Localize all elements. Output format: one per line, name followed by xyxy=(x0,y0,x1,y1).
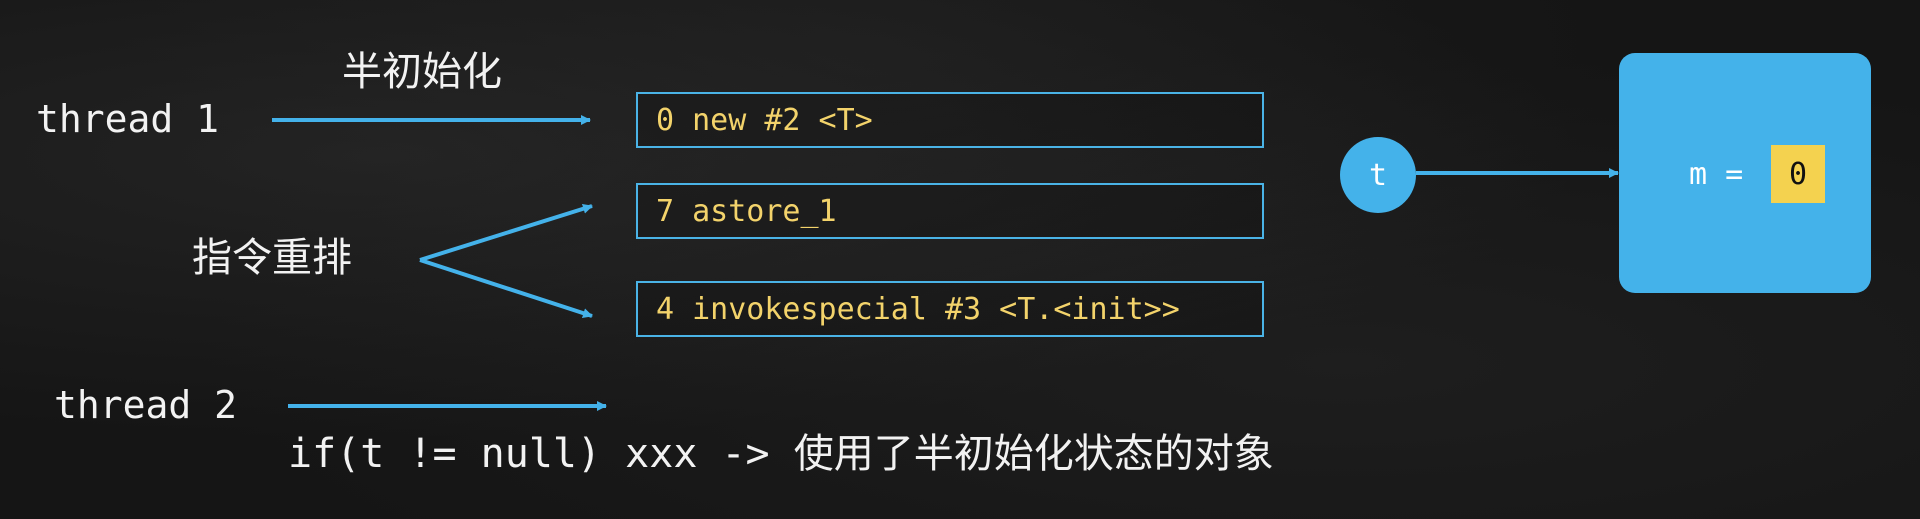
field-m-label: m = xyxy=(1689,157,1744,192)
half-init-label: 半初始化 xyxy=(342,49,502,95)
reorder-label: 指令重排 xyxy=(192,235,352,281)
reorder-arrow-up xyxy=(419,203,593,262)
reorder-arrow-down xyxy=(419,258,593,318)
object-box: m = 0 xyxy=(1619,53,1871,293)
instruction-astore: 7 astore_1 xyxy=(636,183,1264,239)
code-line: if(t != null) xxx -> 使用了半初始化状态的对象 xyxy=(288,431,1274,477)
thread1-label: thread 1 xyxy=(36,97,220,141)
instruction-invokespecial: 4 invokespecial #3 <T.<init>> xyxy=(636,281,1264,337)
instruction-new: 0 new #2 <T> xyxy=(636,92,1264,148)
field-m-value: 0 xyxy=(1771,145,1825,203)
reference-t: t xyxy=(1340,137,1416,213)
thread2-label: thread 2 xyxy=(54,383,238,427)
